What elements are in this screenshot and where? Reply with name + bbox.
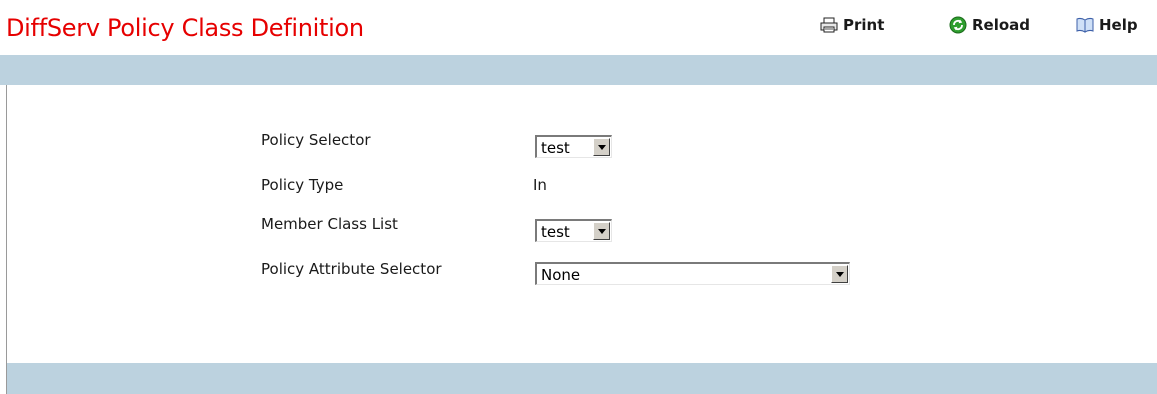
help-button[interactable]: Help bbox=[1076, 16, 1138, 34]
printer-icon bbox=[820, 17, 838, 33]
member-class-list-dropdown[interactable]: test bbox=[535, 219, 612, 242]
header-band bbox=[0, 55, 1157, 85]
policy-type-label: Policy Type bbox=[261, 176, 344, 194]
print-button[interactable]: Print bbox=[820, 16, 884, 34]
reload-label: Reload bbox=[972, 16, 1031, 34]
print-label: Print bbox=[843, 16, 885, 34]
policy-attribute-selector-label: Policy Attribute Selector bbox=[261, 260, 442, 278]
policy-attribute-selector-dropdown[interactable]: None bbox=[535, 262, 850, 285]
policy-attribute-selector-value: None bbox=[541, 266, 581, 284]
policy-selector-label: Policy Selector bbox=[261, 131, 371, 149]
help-label: Help bbox=[1099, 16, 1138, 34]
policy-type-value: In bbox=[533, 176, 547, 194]
policy-selector-value: test bbox=[541, 139, 570, 157]
page-title: DiffServ Policy Class Definition bbox=[6, 14, 364, 42]
member-class-list-label: Member Class List bbox=[261, 215, 398, 233]
help-book-icon bbox=[1076, 17, 1094, 33]
policy-selector-dropdown[interactable]: test bbox=[535, 135, 612, 158]
footer-band bbox=[6, 363, 1157, 394]
chevron-down-icon[interactable] bbox=[593, 138, 610, 156]
member-class-list-value: test bbox=[541, 223, 570, 241]
chevron-down-icon[interactable] bbox=[593, 222, 610, 240]
reload-button[interactable]: Reload bbox=[949, 16, 1030, 34]
reload-icon bbox=[949, 16, 967, 34]
page: DiffServ Policy Class Definition Print R… bbox=[0, 0, 1157, 394]
chevron-down-icon[interactable] bbox=[831, 265, 848, 283]
